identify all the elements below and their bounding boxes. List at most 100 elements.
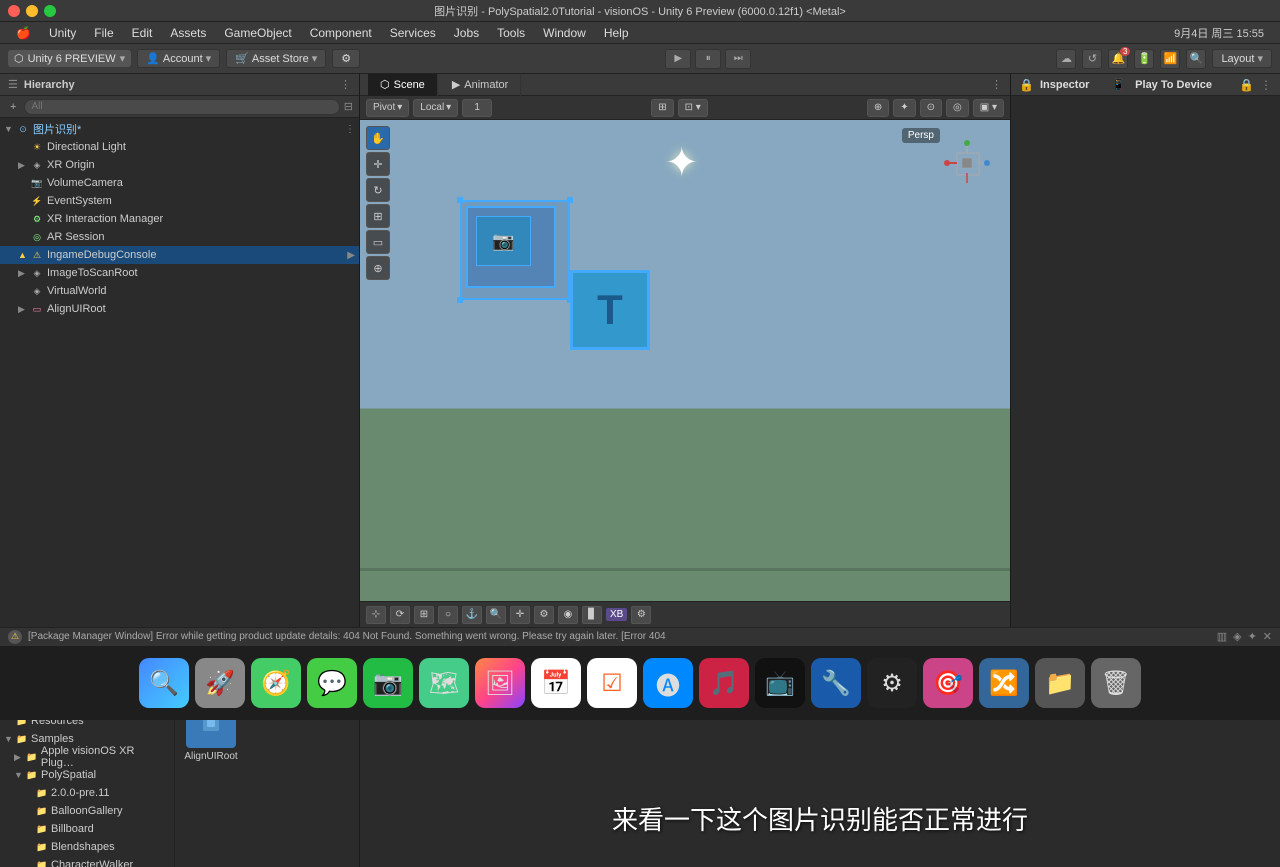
rotate-tool-icon[interactable]: ↻ xyxy=(366,178,390,202)
proj-item-blendshapes[interactable]: 📁 Blendshapes xyxy=(0,838,174,856)
scene-tab-animator[interactable]: ▶ Animator xyxy=(440,74,522,96)
collab-button[interactable]: ↺ xyxy=(1082,49,1102,69)
dock-finder[interactable]: 🔍 xyxy=(139,658,189,708)
search-bottom-btn[interactable]: 🔍 xyxy=(486,606,506,624)
menu-tools[interactable]: Tools xyxy=(489,24,533,42)
proj-item-apple-visionos[interactable]: ▶ 📁 Apple visionOS XR Plug… xyxy=(0,748,174,766)
hierarchy-filter-icon[interactable]: ⊟ xyxy=(344,100,353,113)
menu-jobs[interactable]: Jobs xyxy=(446,24,487,42)
hierarchy-item-scene[interactable]: ▼ ⊙ 图片识别* ⋮ xyxy=(0,120,359,138)
menu-services[interactable]: Services xyxy=(382,24,444,42)
minimize-button[interactable] xyxy=(26,5,38,17)
scale-tool-icon[interactable]: ⊞ xyxy=(366,204,390,228)
move-tool-icon[interactable]: ✛ xyxy=(366,152,390,176)
dock-facetime[interactable]: 📷 xyxy=(363,658,413,708)
hierarchy-item-align-ui-root[interactable]: ▶ ▭ AlignUIRoot xyxy=(0,300,359,318)
dock-reminders[interactable]: ☑ xyxy=(587,658,637,708)
hierarchy-item-xr-origin[interactable]: ▶ ◈ XR Origin xyxy=(0,156,359,174)
inspector-more-icon[interactable]: ⋮ xyxy=(1260,78,1272,92)
hierarchy-item-ingame-debug-console[interactable]: ▲ ⚠ IngameDebugConsole ▶ xyxy=(0,246,359,264)
proj-item-balloon-gallery[interactable]: 📁 BalloonGallery xyxy=(0,802,174,820)
account-button[interactable]: 👤 Account ▾ xyxy=(137,49,220,68)
circle-btn[interactable]: ○ xyxy=(438,606,458,624)
xb-badge[interactable]: XB xyxy=(606,608,627,621)
anchor-btn[interactable]: ⚓ xyxy=(462,606,482,624)
traffic-lights[interactable] xyxy=(8,5,56,17)
scene-tab-scene[interactable]: ⬡ Scene xyxy=(368,74,438,96)
post-btn[interactable]: ◎ xyxy=(946,99,969,117)
dock-appletv[interactable]: 📺 xyxy=(755,658,805,708)
status-icon3[interactable]: ✦ xyxy=(1248,630,1257,643)
cloud-button[interactable]: ☁ xyxy=(1056,49,1076,69)
play-button[interactable]: ▶ xyxy=(665,49,691,69)
dock-fork[interactable]: 🔀 xyxy=(979,658,1029,708)
menu-gameobject[interactable]: GameObject xyxy=(216,24,299,42)
layout-button[interactable]: Layout ▾ xyxy=(1212,49,1272,68)
scene-viewport[interactable]: ✋ ✛ ↻ ⊞ ▭ ⊕ xyxy=(360,120,1010,601)
step-button[interactable]: ⏭ xyxy=(725,49,751,69)
grid-display-btn[interactable]: ⊞ xyxy=(651,99,673,117)
proj-item-billboard[interactable]: 📁 Billboard xyxy=(0,820,174,838)
dock-messages[interactable]: 💬 xyxy=(307,658,357,708)
hierarchy-item-volume-camera[interactable]: 📷 VolumeCamera xyxy=(0,174,359,192)
search-icon[interactable]: 🔍 xyxy=(1186,49,1206,69)
hierarchy-item-virtual-world[interactable]: ◈ VirtualWorld xyxy=(0,282,359,300)
local-dropdown[interactable]: Local ▾ xyxy=(413,99,458,117)
proj-item-character-walker[interactable]: 📁 CharacterWalker xyxy=(0,856,174,867)
custom2-btn[interactable]: ◉ xyxy=(558,606,578,624)
hierarchy-item-directional-light[interactable]: ☀ Directional Light xyxy=(0,138,359,156)
plus-btn[interactable]: ✛ xyxy=(510,606,530,624)
dock-rider[interactable]: 🎯 xyxy=(923,658,973,708)
proj-item-version[interactable]: 📁 2.0.0-pre.11 xyxy=(0,784,174,802)
hierarchy-search[interactable] xyxy=(24,99,339,115)
dock-maps[interactable]: 🗺 xyxy=(419,658,469,708)
dock-xcode[interactable]: 🔧 xyxy=(811,658,861,708)
rect-tool-icon[interactable]: ▭ xyxy=(366,230,390,254)
transform-tool-icon[interactable]: ⊕ xyxy=(366,256,390,280)
dock-trash[interactable]: 🗑 xyxy=(1091,658,1141,708)
render-btn[interactable]: ⊙ xyxy=(920,99,942,117)
menu-file[interactable]: File xyxy=(86,24,121,42)
overlay-btn[interactable]: ▣ ▾ xyxy=(973,99,1004,117)
hierarchy-more-icon[interactable]: ⋮ xyxy=(340,78,351,91)
menu-unity[interactable]: Unity xyxy=(41,24,84,42)
move-btn[interactable]: ⊹ xyxy=(366,606,386,624)
fx-btn[interactable]: ✦ xyxy=(893,99,915,117)
bar-btn[interactable]: ▊ xyxy=(582,606,602,624)
menu-component[interactable]: Component xyxy=(302,24,380,42)
hierarchy-add-button[interactable]: + xyxy=(6,100,20,114)
dock-launchpad[interactable]: 🚀 xyxy=(195,658,245,708)
menu-assets[interactable]: Assets xyxy=(162,24,214,42)
notification-button[interactable]: 🔔 3 xyxy=(1108,49,1128,69)
dock-safari[interactable]: 🧭 xyxy=(251,658,301,708)
pause-button[interactable]: ⏸ xyxy=(695,49,721,69)
menu-help[interactable]: Help xyxy=(596,24,637,42)
dock-files[interactable]: 📁 xyxy=(1035,658,1085,708)
dock-calendar[interactable]: 📅 xyxy=(531,658,581,708)
custom1-btn[interactable]: ⚙ xyxy=(534,606,554,624)
rotate-btn[interactable]: ⟳ xyxy=(390,606,410,624)
hierarchy-item-image-to-scan[interactable]: ▶ ◈ ImageToScanRoot xyxy=(0,264,359,282)
maximize-button[interactable] xyxy=(44,5,56,17)
menu-window[interactable]: Window xyxy=(535,24,594,42)
dock-appstore[interactable]: 🅐 xyxy=(643,658,693,708)
menu-edit[interactable]: Edit xyxy=(124,24,161,42)
status-close-icon[interactable]: ✕ xyxy=(1263,630,1272,643)
status-icon1[interactable]: ▥ xyxy=(1217,630,1227,643)
hierarchy-item-event-system[interactable]: ⚡ EventSystem xyxy=(0,192,359,210)
status-icon2[interactable]: ◈ xyxy=(1233,630,1241,643)
dock-unity[interactable]: ⚙ xyxy=(867,658,917,708)
asset-store-button[interactable]: 🛒 Asset Store ▾ xyxy=(226,49,326,68)
dock-music[interactable]: 🎵 xyxy=(699,658,749,708)
gear-btn[interactable]: ⚙ xyxy=(631,606,651,624)
hierarchy-item-ar-session[interactable]: ◎ AR Session xyxy=(0,228,359,246)
scene-more-icon[interactable]: ⋮ xyxy=(991,78,1002,91)
hierarchy-item-xr-interaction-manager[interactable]: ⚙ XR Interaction Manager xyxy=(0,210,359,228)
scene-gizmo[interactable] xyxy=(942,138,992,191)
dock-photos[interactable]: 🖼 xyxy=(475,658,525,708)
shading-btn[interactable]: ⊡ ▾ xyxy=(678,99,708,117)
inspector-lock-icon[interactable]: 🔒 xyxy=(1239,78,1254,92)
menu-apple[interactable]: 🍎 xyxy=(8,24,39,42)
pivot-dropdown[interactable]: Pivot ▾ xyxy=(366,99,409,117)
settings-button[interactable]: ⚙ xyxy=(332,49,360,68)
